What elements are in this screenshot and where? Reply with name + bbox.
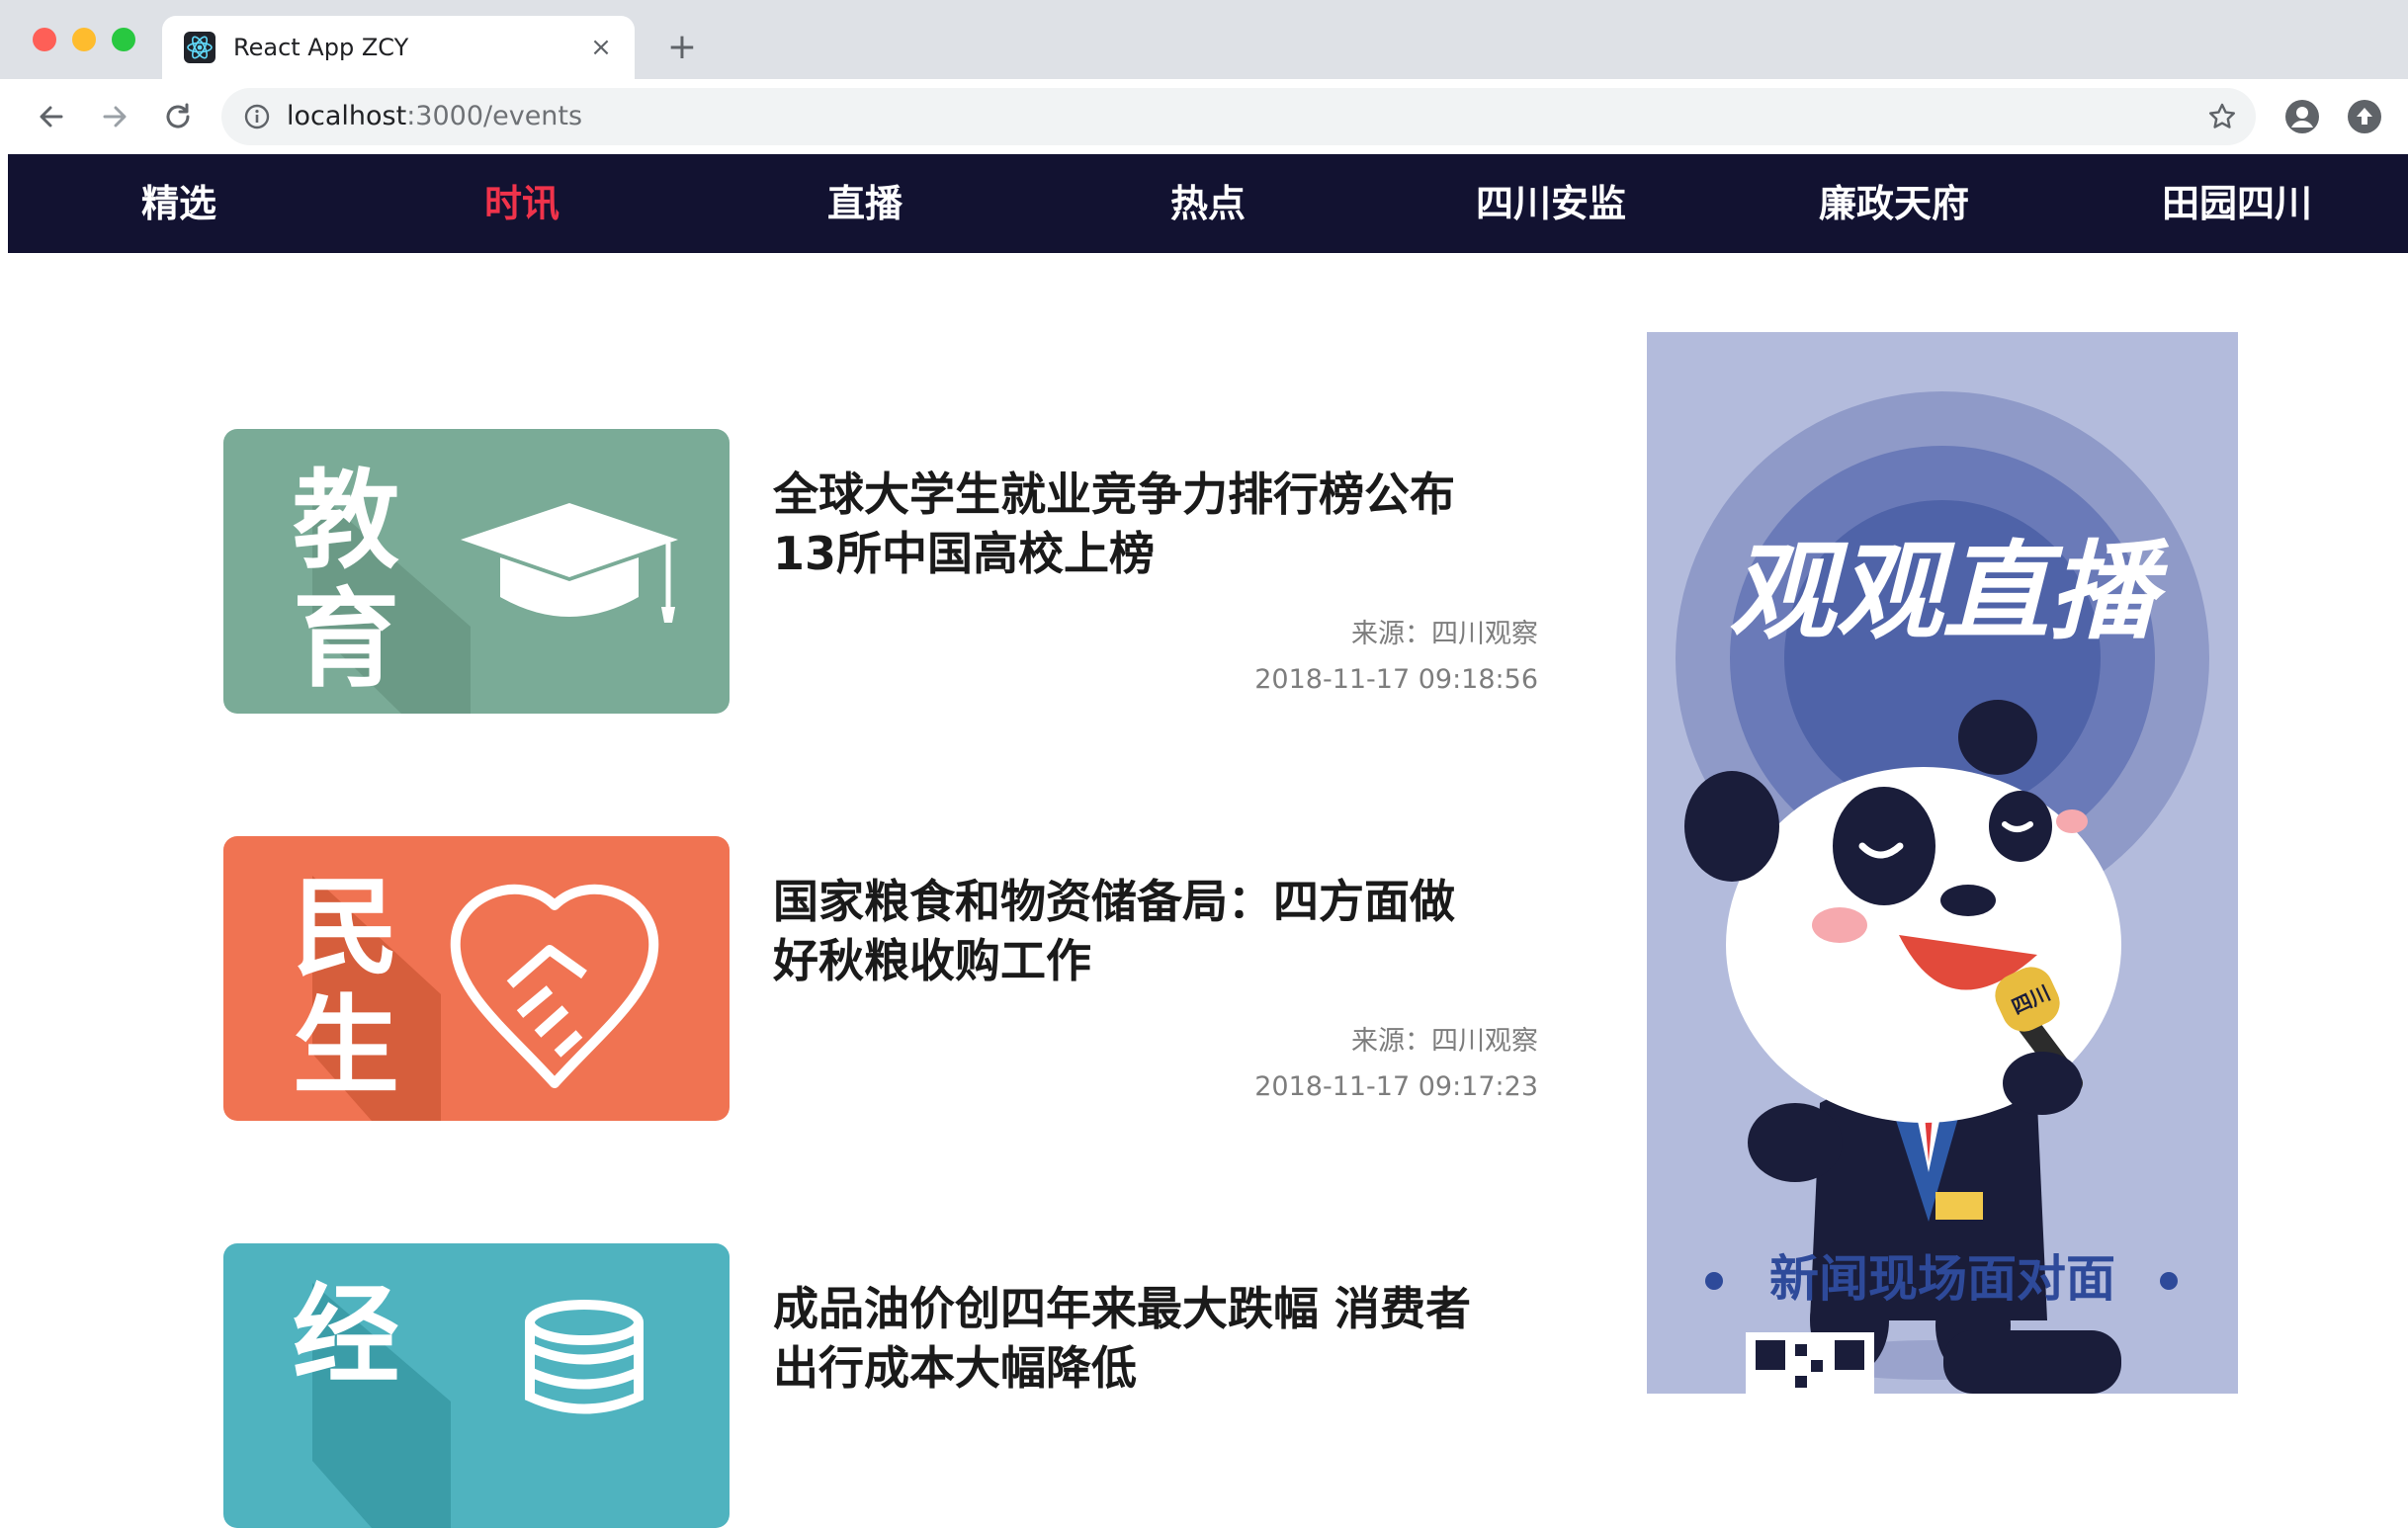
banner-headline: 观观直播 <box>1729 531 2170 654</box>
content-area: 教 育 全球大学生就业竞争力排行榜公布 13所中国高校上榜 来源：四川观察 20… <box>8 253 2408 1528</box>
tab-close-icon[interactable]: × <box>585 32 617 63</box>
back-arrow-icon[interactable] <box>32 97 71 136</box>
bookmark-star-icon[interactable] <box>2206 101 2238 132</box>
brand-logo-badge <box>1943 1330 2121 1394</box>
info-icon[interactable] <box>243 103 271 130</box>
nav-item-shixun[interactable]: 时讯 <box>403 154 641 253</box>
thumb-char: 育 <box>293 578 399 702</box>
nav-item-tianyuan-sichuan[interactable]: 田园四川 <box>2118 154 2356 253</box>
news-title[interactable]: 全球大学生就业竞争力排行榜公布 13所中国高校上榜 <box>773 465 1495 583</box>
url-text: localhost:3000/events <box>287 100 582 133</box>
thumb-char: 经 <box>293 1274 399 1398</box>
qr-code-icon <box>1746 1332 1874 1394</box>
handshake-heart-icon <box>450 884 659 1088</box>
news-thumbnail-economy: 经 <box>223 1243 730 1528</box>
news-item[interactable]: 民 生 国家粮食和物资储备局：四方面做好秋粮收购工作 来源：四川观察 2018-… <box>223 836 1538 1123</box>
news-title[interactable]: 成品油价创四年来最大跌幅 消费者出行成本大幅降低 <box>773 1279 1495 1398</box>
url-host: localhost <box>287 101 407 131</box>
url-path: :3000/events <box>406 101 583 131</box>
close-window-button[interactable] <box>33 28 56 51</box>
nav-item-lianzheng-tianfu[interactable]: 廉政天府 <box>1775 154 2013 253</box>
news-time: 2018-11-17 09:17:23 <box>1254 1071 1538 1102</box>
thumb-char: 民 <box>293 867 399 990</box>
news-time: 2018-11-17 09:18:56 <box>1254 664 1538 695</box>
news-source: 来源：四川观察 <box>1351 1026 1538 1057</box>
browser-tab-bar: React App ZCY × + <box>0 0 2408 79</box>
new-tab-button[interactable]: + <box>662 28 702 67</box>
nav-item-redian[interactable]: 热点 <box>1089 154 1327 253</box>
address-bar[interactable]: localhost:3000/events <box>221 88 2256 145</box>
nav-item-zhibo[interactable]: 直播 <box>746 154 984 253</box>
browser-tab[interactable]: React App ZCY × <box>162 16 635 79</box>
thumb-char: 生 <box>293 985 399 1109</box>
reload-icon[interactable] <box>158 97 198 136</box>
update-arrow-icon[interactable] <box>2347 99 2382 134</box>
main-nav: 精选 时讯 直播 热点 四川安监 廉政天府 田园四川 <box>8 154 2408 253</box>
forward-arrow-icon[interactable] <box>95 97 134 136</box>
tab-title: React App ZCY <box>233 34 409 61</box>
maximize-window-button[interactable] <box>112 28 135 51</box>
minimize-window-button[interactable] <box>72 28 96 51</box>
live-stream-banner[interactable]: 观观直播 四川 新闻现场面对面 <box>1647 332 2238 1394</box>
news-title[interactable]: 国家粮食和物资储备局：四方面做好秋粮收购工作 <box>773 872 1495 990</box>
news-thumbnail-livelihood: 民 生 <box>223 836 730 1121</box>
nav-item-jingxuan[interactable]: 精选 <box>60 154 298 253</box>
news-thumbnail-education: 教 育 <box>223 429 730 714</box>
news-item[interactable]: 教 育 全球大学生就业竞争力排行榜公布 13所中国高校上榜 来源：四川观察 20… <box>223 429 1538 716</box>
react-logo-icon <box>184 32 215 63</box>
graduation-cap-icon <box>461 503 678 623</box>
profile-avatar-icon[interactable] <box>2284 99 2320 134</box>
banner-subline: 新闻现场面对面 <box>1769 1250 2115 1308</box>
news-source: 来源：四川观察 <box>1351 619 1538 649</box>
nav-item-sichuan-anjian[interactable]: 四川安监 <box>1432 154 1670 253</box>
thumb-char: 教 <box>293 460 399 583</box>
news-item[interactable]: 经 成品油价创四年来最大跌幅 消费者出行成本大幅降低 <box>223 1243 1538 1530</box>
